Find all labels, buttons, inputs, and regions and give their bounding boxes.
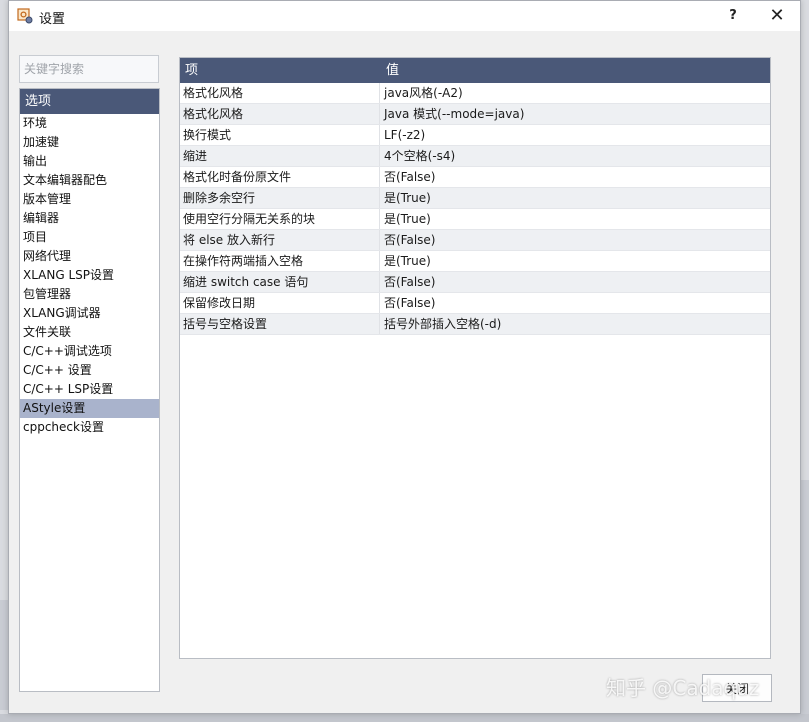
grid-cell-value[interactable]: 是(True) [380,188,770,208]
sidebar-item[interactable]: 环境 [20,114,159,133]
grid-cell-value[interactable]: 4个空格(-s4) [380,146,770,166]
column-header-value[interactable]: 值 [380,58,770,83]
grid-row[interactable]: 使用空行分隔无关系的块 是(True) [180,209,770,230]
grid-row[interactable]: 缩进 4个空格(-s4) [180,146,770,167]
sidebar-item[interactable]: C/C++ 设置 [20,361,159,380]
grid-cell-key: 格式化时备份原文件 [180,167,380,187]
grid-cell-value[interactable]: LF(-z2) [380,125,770,145]
grid-cell-value[interactable]: java风格(-A2) [380,83,770,103]
sidebar-item[interactable]: 文本编辑器配色 [20,171,159,190]
grid-row[interactable]: 缩进 switch case 语句 否(False) [180,272,770,293]
grid-row[interactable]: 删除多余空行 是(True) [180,188,770,209]
sidebar-item[interactable]: 版本管理 [20,190,159,209]
grid-cell-value[interactable]: 否(False) [380,293,770,313]
sidebar-item[interactable]: 输出 [20,152,159,171]
options-tree: 选项 环境 加速键 输出 文本编辑器配色 版本管理 编辑器 项目 网络代理 XLANG LSP设… [19,88,160,692]
grid-cell-key: 在操作符两端插入空格 [180,251,380,271]
grid-cell-value[interactable]: 否(False) [380,272,770,292]
sidebar-item[interactable]: 加速键 [20,133,159,152]
sidebar-item[interactable]: 文件关联 [20,323,159,342]
search-input[interactable] [19,55,159,83]
grid-row[interactable]: 括号与空格设置 括号外部插入空格(-d) [180,314,770,335]
column-header-item[interactable]: 项 [180,58,380,83]
sidebar-item[interactable]: XLANG调试器 [20,304,159,323]
grid-cell-key: 删除多余空行 [180,188,380,208]
grid-cell-value[interactable]: 是(True) [380,209,770,229]
help-button[interactable]: ? [722,5,744,27]
grid-row[interactable]: 保留修改日期 否(False) [180,293,770,314]
sidebar-item[interactable]: 网络代理 [20,247,159,266]
grid-cell-key: 格式化风格 [180,104,380,124]
property-grid: 项 值 格式化风格 java风格(-A2) 格式化风格 Java 模式(--mode=… [179,57,771,659]
options-header: 选项 [20,89,159,114]
grid-cell-key: 保留修改日期 [180,293,380,313]
sidebar-item[interactable]: 包管理器 [20,285,159,304]
grid-row[interactable]: 在操作符两端插入空格 是(True) [180,251,770,272]
grid-row[interactable]: 格式化风格 Java 模式(--mode=java) [180,104,770,125]
grid-header: 项 值 [180,58,770,83]
grid-row[interactable]: 格式化风格 java风格(-A2) [180,83,770,104]
grid-row[interactable]: 格式化时备份原文件 否(False) [180,167,770,188]
grid-cell-key: 格式化风格 [180,83,380,103]
grid-cell-key: 缩进 switch case 语句 [180,272,380,292]
grid-cell-value[interactable]: Java 模式(--mode=java) [380,104,770,124]
grid-cell-value[interactable]: 否(False) [380,230,770,250]
sidebar-item[interactable]: XLANG LSP设置 [20,266,159,285]
window-title: 设置 [39,12,66,27]
sidebar-item[interactable]: 编辑器 [20,209,159,228]
sidebar-item[interactable]: C/C++ LSP设置 [20,380,159,399]
grid-cell-key: 括号与空格设置 [180,314,380,334]
sidebar-item[interactable]: AStyle设置 [20,399,159,418]
options-list: 环境 加速键 输出 文本编辑器配色 版本管理 编辑器 项目 网络代理 XLANG LSP设置 包管… [20,114,159,437]
close-window-button[interactable]: ✕ [762,3,792,29]
grid-cell-value[interactable]: 是(True) [380,251,770,271]
grid-row[interactable]: 换行模式 LF(-z2) [180,125,770,146]
background-app-bottom [0,714,809,722]
settings-dialog: 设置 ? ✕ 选项 环境加速键输出文本编辑器配色版本管理编辑器项目网络代理XLA… [8,0,801,714]
grid-cell-value[interactable]: 否(False) [380,167,770,187]
sidebar-item[interactable]: 项目 [20,228,159,247]
grid-cell-key: 将 else 放入新行 [180,230,380,250]
grid-row[interactable]: 将 else 放入新行 否(False) [180,230,770,251]
sidebar-item[interactable]: cppcheck设置 [20,418,159,437]
grid-body: 格式化风格 java风格(-A2) 格式化风格 Java 模式(--mode=java… [180,83,770,335]
title-bar[interactable]: 设置 ? ✕ [9,1,800,31]
grid-cell-key: 使用空行分隔无关系的块 [180,209,380,229]
grid-cell-key: 缩进 [180,146,380,166]
settings-app-icon [17,8,33,24]
sidebar-item[interactable]: C/C++调试选项 [20,342,159,361]
watermark-text: 知乎 @Cadaquz [606,676,760,700]
grid-cell-key: 换行模式 [180,125,380,145]
grid-cell-value[interactable]: 括号外部插入空格(-d) [380,314,770,334]
